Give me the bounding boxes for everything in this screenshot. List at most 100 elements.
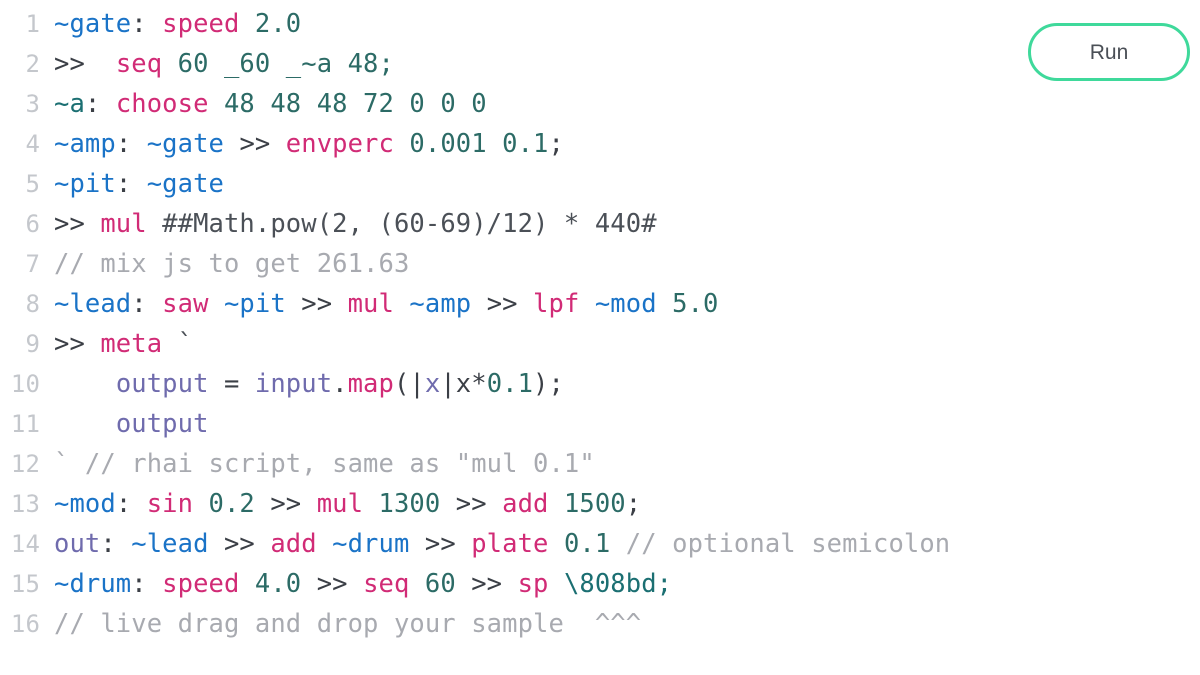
code-token: lpf [533,289,580,319]
code-line[interactable]: 5 ~pit: ~gate [0,164,1200,204]
code-token: 0.1 [486,369,534,399]
code-token: : [131,569,147,599]
code-line-content: ~a: choose 48 48 48 72 0 0 0 [40,84,487,124]
code-token: 48 48 48 72 0 0 0 [223,89,487,119]
code-token: : [115,489,132,519]
code-token: : [131,9,147,39]
code-line[interactable]: 4 ~amp: ~gate >> envperc 0.001 0.1; [0,124,1200,164]
code-token: : [84,89,101,119]
code-token: >> [270,489,302,519]
code-token: seq [115,49,163,79]
code-token: ~pit [54,169,116,199]
code-line[interactable]: 1 ~gate: speed 2.0 [0,4,1200,44]
code-token: seq [363,569,410,599]
code-token: ` [54,449,70,479]
code-line-content: // live drag and drop your sample ^^^ [40,604,641,644]
code-line[interactable]: 7 // mix js to get 261.63 [0,244,1200,284]
code-token: >> [54,49,85,79]
code-token: \808bd; [563,569,673,599]
code-token: speed [162,9,240,39]
code-token: >> [54,209,85,239]
code-token: ~lead [131,529,209,559]
code-token: >> [223,529,255,559]
code-line[interactable]: 3 ~a: choose 48 48 48 72 0 0 0 [0,84,1200,124]
code-line[interactable]: 15 ~drum: speed 4.0 >> seq 60 >> sp \808b… [0,564,1200,604]
code-line[interactable]: 8 ~lead: saw ~pit >> mul ~amp >> lpf ~mod… [0,284,1200,324]
code-token: map [347,369,394,399]
line-number: 1 [25,10,40,38]
code-token: | [440,369,456,399]
code-token: x [424,369,441,399]
code-line[interactable]: 13 ~mod: sin 0.2 >> mul 1300 >> add 1500; [0,484,1200,524]
code-token: >> [239,129,271,159]
line-number: 4 [25,130,40,158]
code-token: // mix js to get 261.63 [54,249,410,279]
code-token: >> [316,569,348,599]
code-token: ~a [54,89,85,119]
code-token: 60 _60 _~a 48; [177,49,394,79]
code-line[interactable]: 6 >> mul ##Math.pow(2, (60-69)/12) * 440# [0,204,1200,244]
code-line[interactable]: 2 >> seq 60 _60 _~a 48; [0,44,1200,84]
code-token: input [254,369,333,399]
code-editor-text-area[interactable]: 1 ~gate: speed 2.0 2 >> seq 60 _60 _~a 48; 3… [0,0,1200,644]
code-token: >> [301,289,333,319]
code-line[interactable]: 14 out: ~lead >> add ~drum >> plate 0.1 /… [0,524,1200,564]
code-editor-root: Run 1 ~gate: speed 2.0 2 >> seq 60 _60 _~a … [0,0,1200,675]
code-line[interactable]: 16 // live drag and drop your sample ^^^ [0,604,1200,644]
code-token: 5.0 [672,289,719,319]
code-line-content: ~lead: saw ~pit >> mul ~amp >> lpf ~mod … [40,284,718,324]
code-token: ( [393,369,410,399]
code-token: = [223,369,240,399]
code-token: output [115,409,209,439]
code-line[interactable]: 12 ` // rhai script, same as "mul 0.1" [0,444,1200,484]
code-token: // rhai script, same as "mul 0.1" [84,449,595,479]
run-button[interactable]: Run [1028,23,1190,81]
line-number: 16 [10,610,40,638]
code-token: x* [455,369,487,399]
code-token: 1300 [378,489,441,519]
code-line[interactable]: 11 output [0,404,1200,444]
code-line-content: output [40,404,209,444]
code-token: >> [424,529,456,559]
code-line-content: ~mod: sin 0.2 >> mul 1300 >> add 1500; [40,484,641,524]
line-number: 10 [10,370,40,398]
code-line[interactable]: 9 >> meta ` [0,324,1200,364]
code-token: mul [347,289,394,319]
code-token: ~mod [594,289,657,319]
line-number: 12 [10,450,40,478]
code-token: ~gate [54,9,132,39]
code-token: 60 [424,569,456,599]
code-token: : [115,129,132,159]
code-token: . [332,369,348,399]
code-line-content: ~drum: speed 4.0 >> seq 60 >> sp \808bd; [40,564,672,604]
code-token: 0.001 0.1 [409,129,549,159]
code-line[interactable]: 10 output = input.map(|x|x*0.1); [0,364,1200,404]
